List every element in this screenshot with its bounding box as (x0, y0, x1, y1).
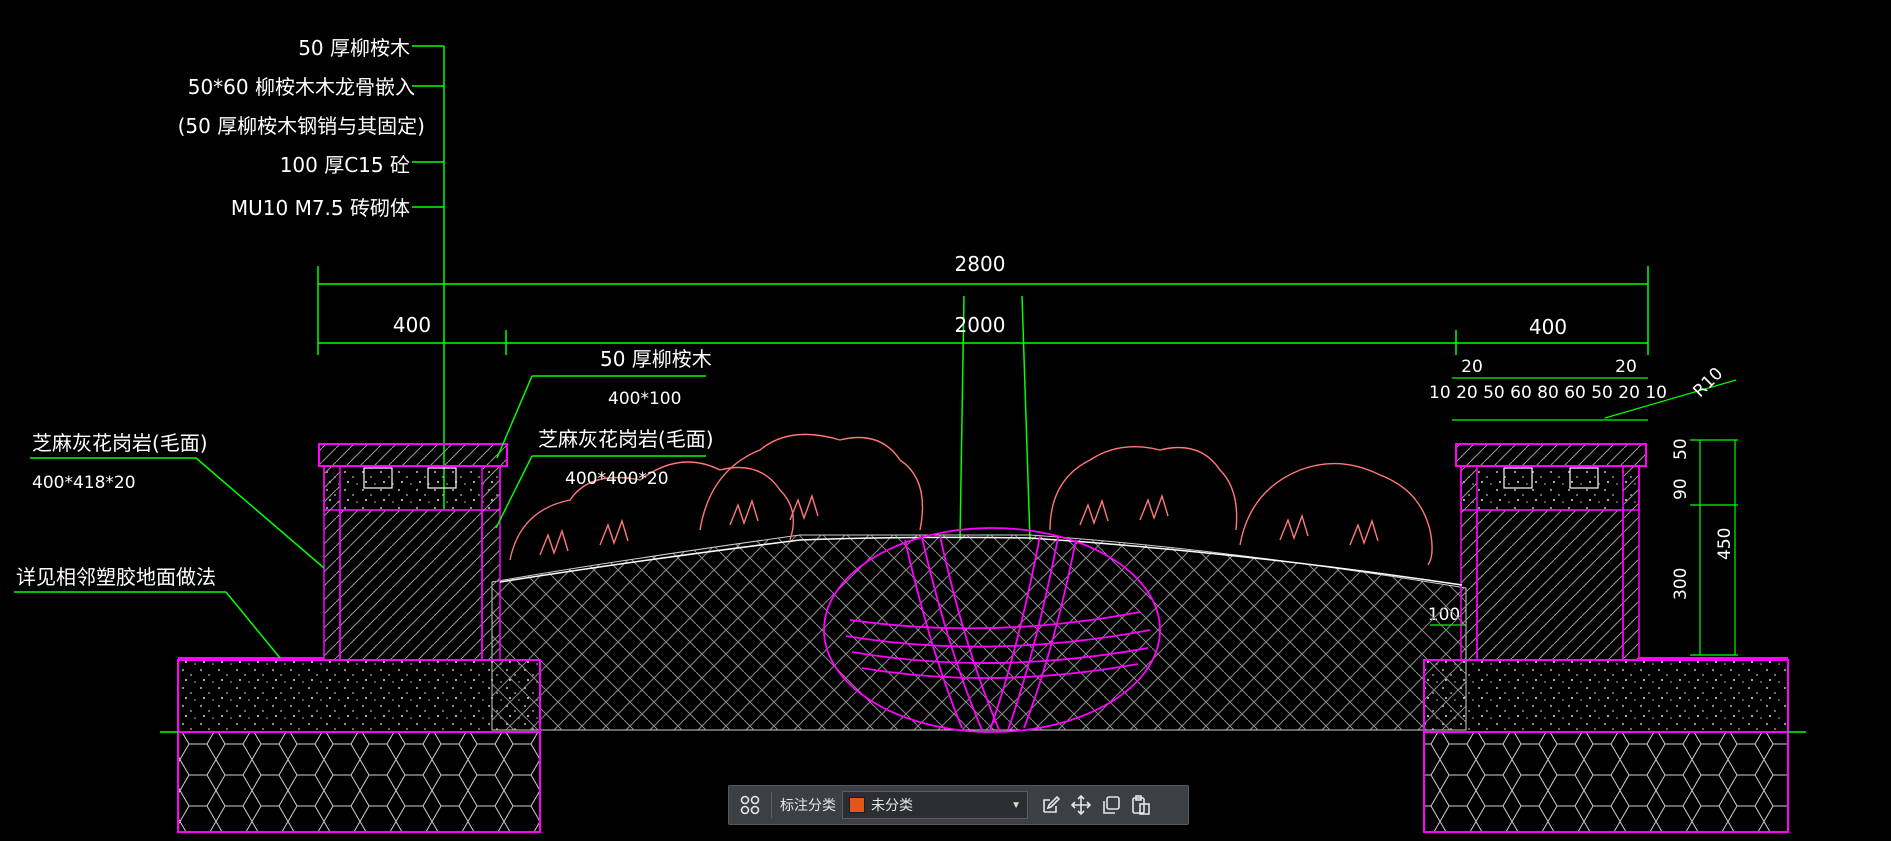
dim-right-top-b: 20 (1615, 357, 1637, 377)
category-select[interactable]: 未分类 ▼ (842, 791, 1028, 819)
paste-icon[interactable] (1126, 790, 1156, 820)
dim-h-50: 50 (1671, 438, 1691, 460)
callout-mid-stone-size: 400*400*20 (565, 469, 669, 489)
callout-left-stone-size: 400*418*20 (32, 473, 136, 493)
dim-overall: 2800 (955, 252, 1006, 276)
dim-right-top-a: 20 (1461, 357, 1483, 377)
dim-right: 400 (1529, 315, 1567, 339)
callout-left-stone: 芝麻灰花岗岩(毛面) (32, 431, 208, 455)
cad-drawing-canvas[interactable]: 50 厚柳桉木 50*60 柳桉木木龙骨嵌入 (50 厚柳桉木钢销与其固定) 1… (0, 0, 1891, 841)
left-gravel-base (177, 731, 541, 833)
dimension-lines (317, 266, 1649, 541)
layer-label-3: (50 厚柳桉木钢销与其固定) (178, 114, 425, 138)
category-select-value: 未分类 (871, 797, 913, 813)
soil-fill (491, 534, 1467, 731)
annotation-toolbar: 标注分类 未分类 ▼ (728, 785, 1189, 825)
callout-left-floor: 详见相邻塑胶地面做法 (16, 565, 216, 589)
layer-label-5: MU10 M7.5 砖砌体 (231, 196, 410, 220)
right-concrete-slab (1423, 659, 1789, 733)
callout-wood-top: 50 厚柳桉木 (600, 347, 712, 371)
layer-label-1: 50 厚柳桉木 (298, 36, 410, 60)
move-icon[interactable] (1066, 790, 1096, 820)
dim-h-90: 90 (1671, 478, 1691, 500)
left-pillar (318, 443, 508, 661)
right-gravel-base (1423, 731, 1789, 833)
chevron-down-icon: ▼ (1011, 799, 1021, 811)
dim-h-450: 450 (1715, 528, 1735, 560)
toolbar-separator (771, 792, 772, 818)
dim-left: 400 (393, 313, 431, 337)
dim-h-300: 300 (1671, 568, 1691, 600)
copy-icon[interactable] (1096, 790, 1126, 820)
callout-wood-size: 400*100 (608, 389, 681, 409)
category-label: 标注分类 (780, 797, 836, 813)
right-pillar (1455, 443, 1647, 661)
layer-label-2: 50*60 柳桉木木龙骨嵌入 (188, 75, 415, 99)
dim-right-row: 10 20 50 60 80 60 50 20 10 (1429, 383, 1667, 403)
left-concrete-slab (177, 659, 541, 733)
category-color-swatch (849, 797, 865, 813)
dim-center: 2000 (955, 313, 1006, 337)
grid-icon[interactable] (735, 790, 765, 820)
layer-label-4: 100 厚C15 砼 (280, 153, 410, 177)
callout-mid-stone: 芝麻灰花岗岩(毛面) (538, 427, 714, 451)
dim-radius: R10 (1689, 364, 1727, 402)
edit-icon[interactable] (1036, 790, 1066, 820)
